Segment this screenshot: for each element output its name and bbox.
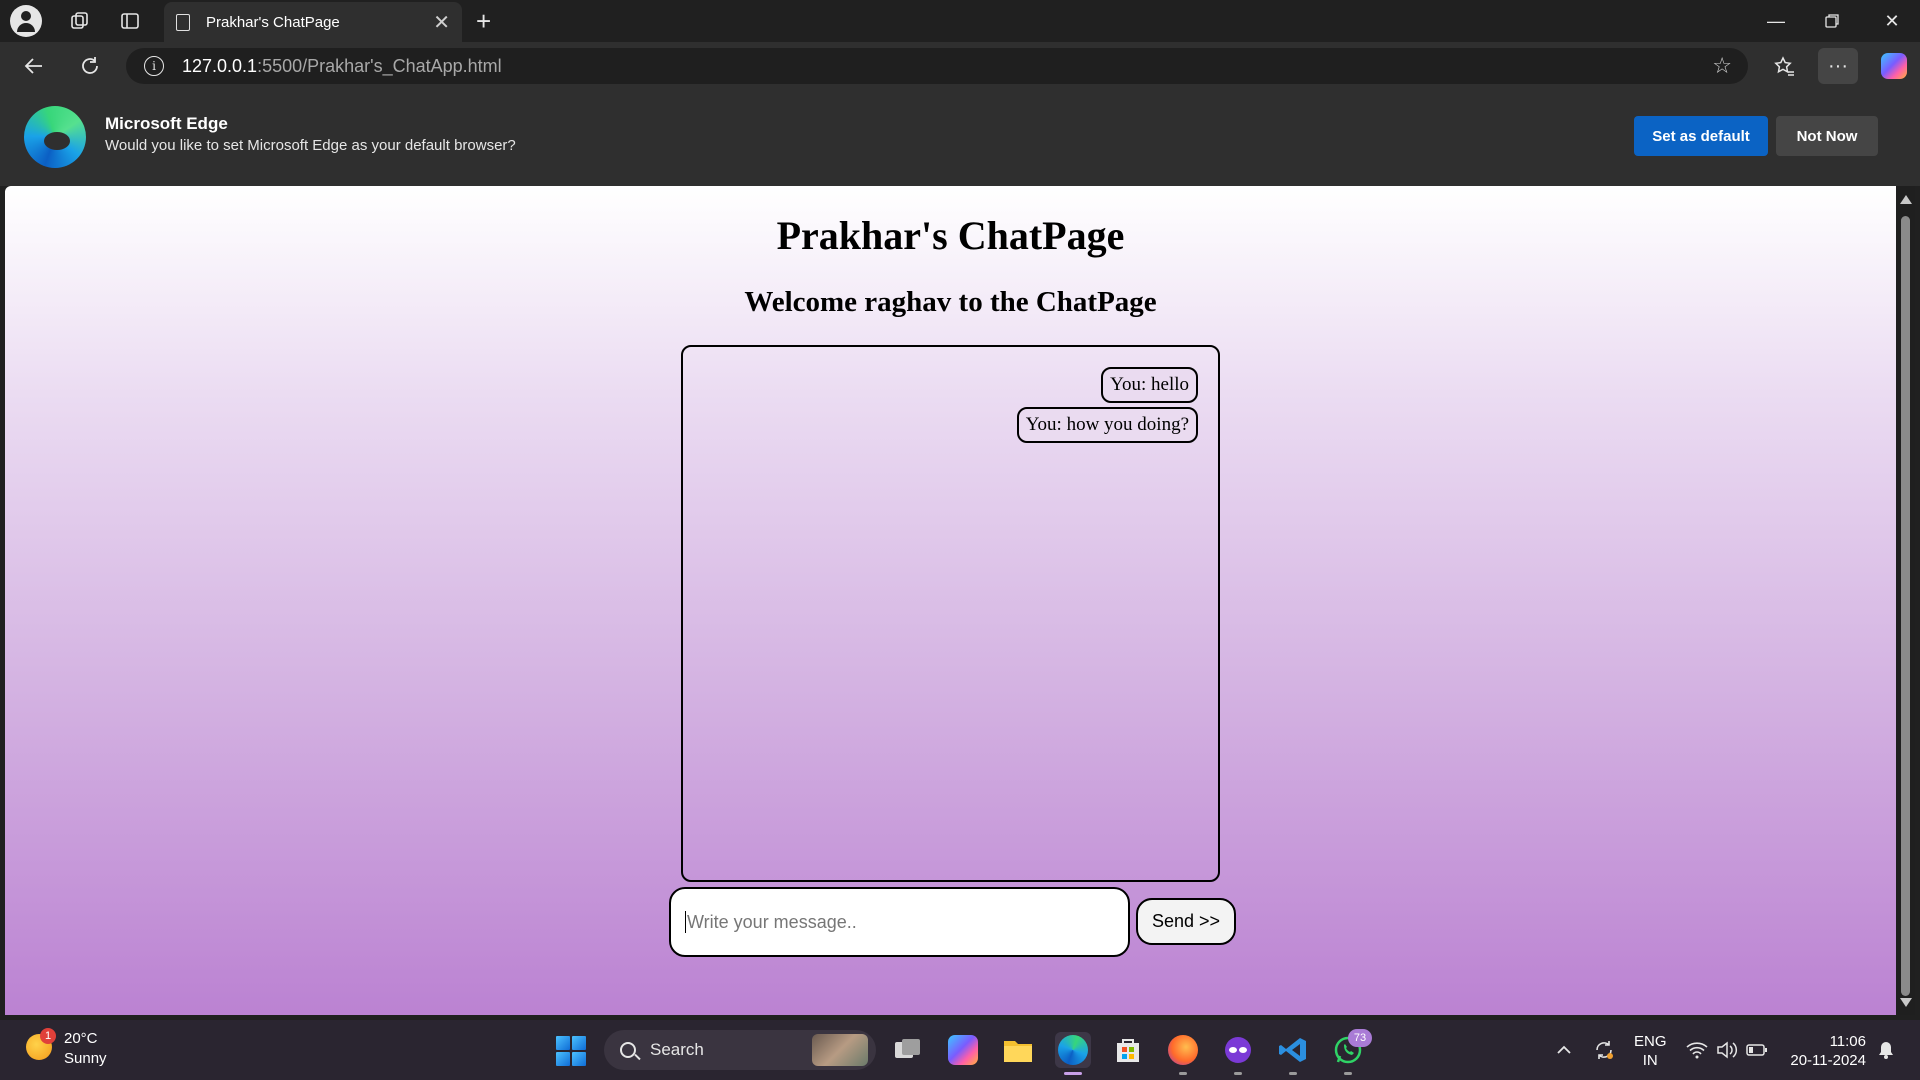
weather-temperature[interactable]: 20°C	[64, 1030, 98, 1047]
favorite-star-icon[interactable]: ☆	[1712, 53, 1732, 79]
vscode-indicator	[1289, 1072, 1297, 1075]
scroll-thumb[interactable]	[1901, 216, 1910, 996]
game-app-icon[interactable]	[1220, 1032, 1256, 1068]
scroll-down-icon[interactable]	[1900, 998, 1912, 1007]
close-window-icon[interactable]: ✕	[1864, 0, 1920, 42]
minimize-icon[interactable]: —	[1748, 0, 1804, 42]
favorites-icon[interactable]	[1764, 48, 1804, 84]
weather-badge: 1	[40, 1028, 56, 1044]
browser-toolbar: i 127.0.0.1:5500/Prakhar's_ChatApp.html …	[0, 42, 1920, 90]
workspaces-icon[interactable]	[62, 3, 98, 39]
taskbar-search[interactable]: Search	[604, 1030, 876, 1070]
sync-icon[interactable]	[1590, 1020, 1618, 1080]
search-icon	[620, 1042, 636, 1058]
page-viewport: Prakhar's ChatPage Welcome raghav to the…	[5, 186, 1896, 1015]
browser-tab[interactable]: Prakhar's ChatPage ✕	[164, 2, 462, 42]
infobar-message: Would you like to set Microsoft Edge as …	[105, 137, 516, 154]
back-icon[interactable]	[16, 48, 52, 84]
tab-title: Prakhar's ChatPage	[206, 13, 340, 31]
edge-active-indicator	[1064, 1072, 1082, 1075]
message-placeholder: Write your message..	[687, 911, 857, 932]
clock-time: 11:06	[1829, 1033, 1866, 1050]
infobar-title: Microsoft Edge	[105, 114, 228, 133]
send-button[interactable]: Send >>	[1136, 898, 1236, 945]
welcome-heading: Welcome raghav to the ChatPage	[744, 286, 1157, 318]
chat-message: You: hello	[1101, 367, 1198, 403]
battery-icon[interactable]	[1744, 1020, 1770, 1080]
search-label: Search	[650, 1040, 704, 1059]
scroll-up-icon[interactable]	[1900, 195, 1912, 204]
weather-condition[interactable]: Sunny	[64, 1050, 107, 1067]
firefox-indicator	[1179, 1072, 1187, 1075]
text-cursor	[685, 911, 686, 933]
copilot-app-icon[interactable]	[945, 1032, 981, 1068]
volume-icon[interactable]	[1714, 1020, 1740, 1080]
wifi-icon[interactable]	[1684, 1020, 1710, 1080]
page-icon	[176, 13, 190, 31]
chat-message: You: how you doing?	[1016, 407, 1198, 443]
chat-messages-box[interactable]: You: hello You: how you doing?	[681, 345, 1220, 882]
browser-titlebar: Prakhar's ChatPage ✕ + — ✕	[0, 0, 1920, 42]
profile-icon[interactable]	[10, 5, 42, 37]
search-highlight-image	[812, 1034, 868, 1066]
message-input[interactable]: Write your message..	[669, 887, 1130, 957]
edge-logo-icon	[24, 106, 86, 168]
vertical-tabs-icon[interactable]	[112, 3, 148, 39]
restore-icon[interactable]	[1804, 0, 1860, 42]
clock-date: 20-11-2024	[1790, 1052, 1866, 1069]
page-scrollbar[interactable]	[1896, 186, 1915, 1015]
not-now-button[interactable]: Not Now	[1776, 116, 1878, 156]
more-icon[interactable]: ···	[1818, 48, 1858, 84]
refresh-icon[interactable]	[72, 48, 108, 84]
edge-app-icon[interactable]	[1055, 1032, 1091, 1068]
input-language-indicator[interactable]: ENG IN	[1634, 1032, 1667, 1070]
url-host: 127.0.0.1	[182, 55, 258, 76]
address-bar[interactable]: i 127.0.0.1:5500/Prakhar's_ChatApp.html …	[126, 48, 1748, 84]
whatsapp-indicator	[1344, 1072, 1352, 1075]
whatsapp-badge: 73	[1348, 1029, 1372, 1047]
set-as-default-button[interactable]: Set as default	[1634, 116, 1768, 156]
system-clock[interactable]: 11:06 20-11-2024	[1784, 1032, 1866, 1070]
vscode-icon[interactable]	[1275, 1032, 1311, 1068]
new-tab-icon[interactable]: +	[476, 6, 491, 37]
task-view-icon[interactable]	[890, 1032, 926, 1068]
region-code: IN	[1642, 1052, 1658, 1069]
windows-start-icon[interactable]	[556, 1036, 586, 1066]
show-hidden-icons-chevron-icon[interactable]	[1552, 1020, 1576, 1080]
file-explorer-icon[interactable]	[1000, 1032, 1036, 1068]
firefox-icon[interactable]	[1165, 1032, 1201, 1068]
language-code: ENG	[1634, 1033, 1667, 1050]
page-title: Prakhar's ChatPage	[776, 213, 1125, 258]
url-path: :5500/Prakhar's_ChatApp.html	[257, 55, 502, 76]
windows-taskbar: 1 20°C Sunny Search 73 ENG IN 11:06 20-1…	[0, 1020, 1920, 1080]
default-browser-infobar: Microsoft Edge Would you like to set Mic…	[0, 90, 1920, 186]
microsoft-store-icon[interactable]	[1110, 1032, 1146, 1068]
game-app-indicator	[1234, 1072, 1242, 1075]
close-tab-icon[interactable]: ✕	[433, 10, 450, 35]
info-icon[interactable]: i	[144, 56, 164, 76]
notification-bell-icon[interactable]	[1874, 1020, 1898, 1080]
copilot-icon[interactable]	[1874, 48, 1914, 84]
